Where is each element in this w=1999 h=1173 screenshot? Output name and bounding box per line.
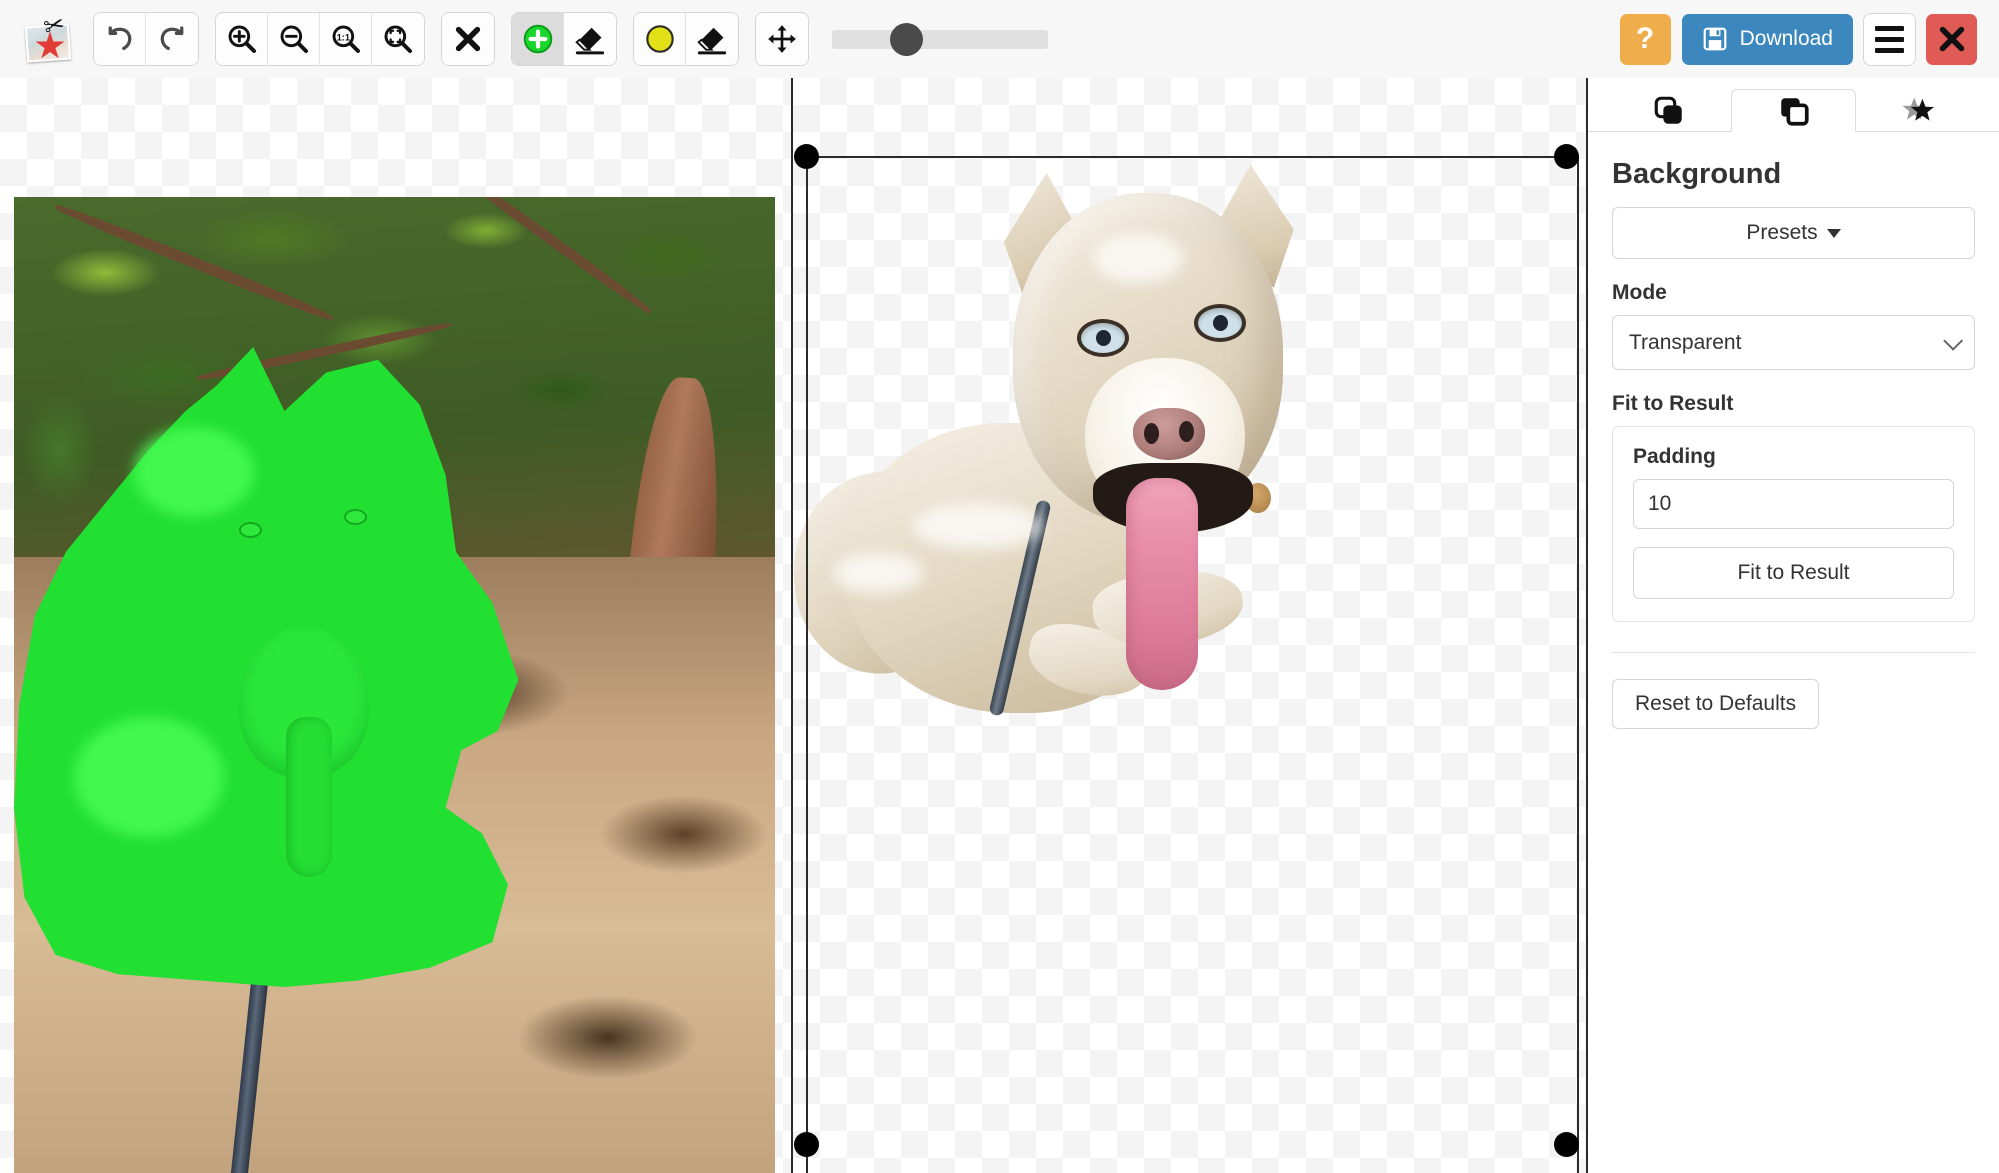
foreground-erase-button[interactable] <box>564 13 616 65</box>
crop-handle-bottom-left[interactable] <box>794 1132 819 1157</box>
dog-highlight <box>1093 233 1183 283</box>
original-photo[interactable] <box>14 197 775 1173</box>
crop-handle-top-right[interactable] <box>1554 144 1579 169</box>
zoom-button-group: 1:1 <box>216 13 424 65</box>
dog-pupil <box>1096 330 1111 346</box>
mode-value: Transparent <box>1629 331 1741 355</box>
sidebar-tabs <box>1588 78 1999 132</box>
yellow-circle-icon <box>644 23 676 55</box>
eraser-icon <box>574 23 606 55</box>
background-mark-button[interactable] <box>634 13 686 65</box>
layers-outline-icon <box>1777 94 1811 128</box>
presets-dropdown-button[interactable]: Presets <box>1612 207 1975 259</box>
eraser-icon <box>696 23 728 55</box>
mode-select[interactable]: Transparent <box>1612 315 1975 370</box>
padding-input[interactable]: 10 <box>1633 479 1954 529</box>
background-tool-group <box>634 13 738 65</box>
close-x-icon <box>453 24 483 54</box>
pan-tool-group <box>756 13 808 65</box>
move-arrows-icon <box>766 23 798 55</box>
foreground-tool-group <box>512 13 616 65</box>
redo-button[interactable] <box>146 13 198 65</box>
dog-tongue <box>1126 478 1198 690</box>
menu-button[interactable] <box>1864 14 1915 65</box>
slider-thumb[interactable] <box>890 23 923 56</box>
reset-to-defaults-button[interactable]: Reset to Defaults <box>1612 679 1819 729</box>
padding-label: Padding <box>1633 445 1954 469</box>
fit-to-result-section-label: Fit to Result <box>1612 392 1975 416</box>
crop-handle-top-left[interactable] <box>794 144 819 169</box>
zoom-in-icon <box>226 23 258 55</box>
slider-track[interactable] <box>832 30 1048 49</box>
download-label: Download <box>1740 27 1833 51</box>
mask-eye <box>344 509 367 525</box>
layers-filled-icon <box>1652 94 1686 128</box>
hamburger-icon <box>1875 26 1904 53</box>
undo-icon <box>105 24 135 54</box>
brush-size-slider[interactable] <box>832 13 1052 65</box>
result-preview-pane[interactable] <box>793 78 1585 1173</box>
zoom-one-to-one-icon: 1:1 <box>330 23 362 55</box>
tab-effects[interactable] <box>1856 89 1981 132</box>
dog-nostril <box>1179 421 1194 442</box>
mask-tongue <box>286 717 332 877</box>
dog-pupil <box>1213 315 1228 331</box>
fit-to-result-button[interactable]: Fit to Result <box>1633 547 1954 599</box>
clear-marks-button[interactable] <box>442 13 494 65</box>
main-toolbar: ✂ <box>0 0 1999 78</box>
dog-highlight <box>833 553 923 593</box>
mask-eye <box>239 522 262 538</box>
redo-icon <box>157 24 187 54</box>
help-label: ? <box>1636 22 1654 56</box>
panel-title: Background <box>1612 158 1975 191</box>
close-button[interactable] <box>1926 14 1977 65</box>
download-button[interactable]: Download <box>1682 14 1853 65</box>
zoom-in-button[interactable] <box>216 13 268 65</box>
original-image-pane[interactable] <box>0 78 791 1173</box>
zoom-fit-icon <box>382 23 414 55</box>
zoom-fit-button[interactable] <box>372 13 424 65</box>
result-cutout-dog <box>793 173 1313 773</box>
presets-label: Presets <box>1746 221 1817 245</box>
floppy-disk-icon <box>1702 26 1728 52</box>
reset-label: Reset to Defaults <box>1635 692 1796 716</box>
history-button-group <box>94 13 198 65</box>
mode-label: Mode <box>1612 281 1975 305</box>
dog-highlight <box>913 503 1043 549</box>
chevron-down-icon <box>1827 229 1841 238</box>
zoom-actual-size-button[interactable]: 1:1 <box>320 13 372 65</box>
app-logo: ✂ <box>22 13 74 65</box>
chevron-down-icon <box>1943 330 1963 350</box>
crop-handle-bottom-right[interactable] <box>1554 1132 1579 1157</box>
pan-button[interactable] <box>756 13 808 65</box>
fit-to-result-button-label: Fit to Result <box>1737 561 1849 585</box>
dog-nostril <box>1144 423 1159 444</box>
green-plus-circle-icon <box>522 23 554 55</box>
mask-highlight <box>74 717 224 837</box>
app-root: ✂ <box>0 0 1999 1173</box>
settings-sidebar: Background Presets Mode Transparent Fit … <box>1586 78 1999 1173</box>
close-x-icon <box>1937 24 1967 54</box>
foreground-mark-button[interactable] <box>512 13 564 65</box>
help-button[interactable]: ? <box>1620 14 1671 65</box>
svg-text:1:1: 1:1 <box>336 33 349 43</box>
section-divider <box>1612 652 1975 653</box>
tab-foreground[interactable] <box>1606 89 1731 132</box>
tab-background[interactable] <box>1731 89 1856 132</box>
undo-button[interactable] <box>94 13 146 65</box>
background-erase-button[interactable] <box>686 13 738 65</box>
background-panel: Background Presets Mode Transparent Fit … <box>1588 132 1999 729</box>
zoom-out-icon <box>278 23 310 55</box>
zoom-out-button[interactable] <box>268 13 320 65</box>
star-icon <box>1901 94 1937 128</box>
clear-button-group <box>442 13 494 65</box>
mask-highlight <box>134 427 254 517</box>
fit-to-result-group: Padding 10 Fit to Result <box>1612 426 1975 622</box>
padding-value: 10 <box>1648 492 1671 516</box>
